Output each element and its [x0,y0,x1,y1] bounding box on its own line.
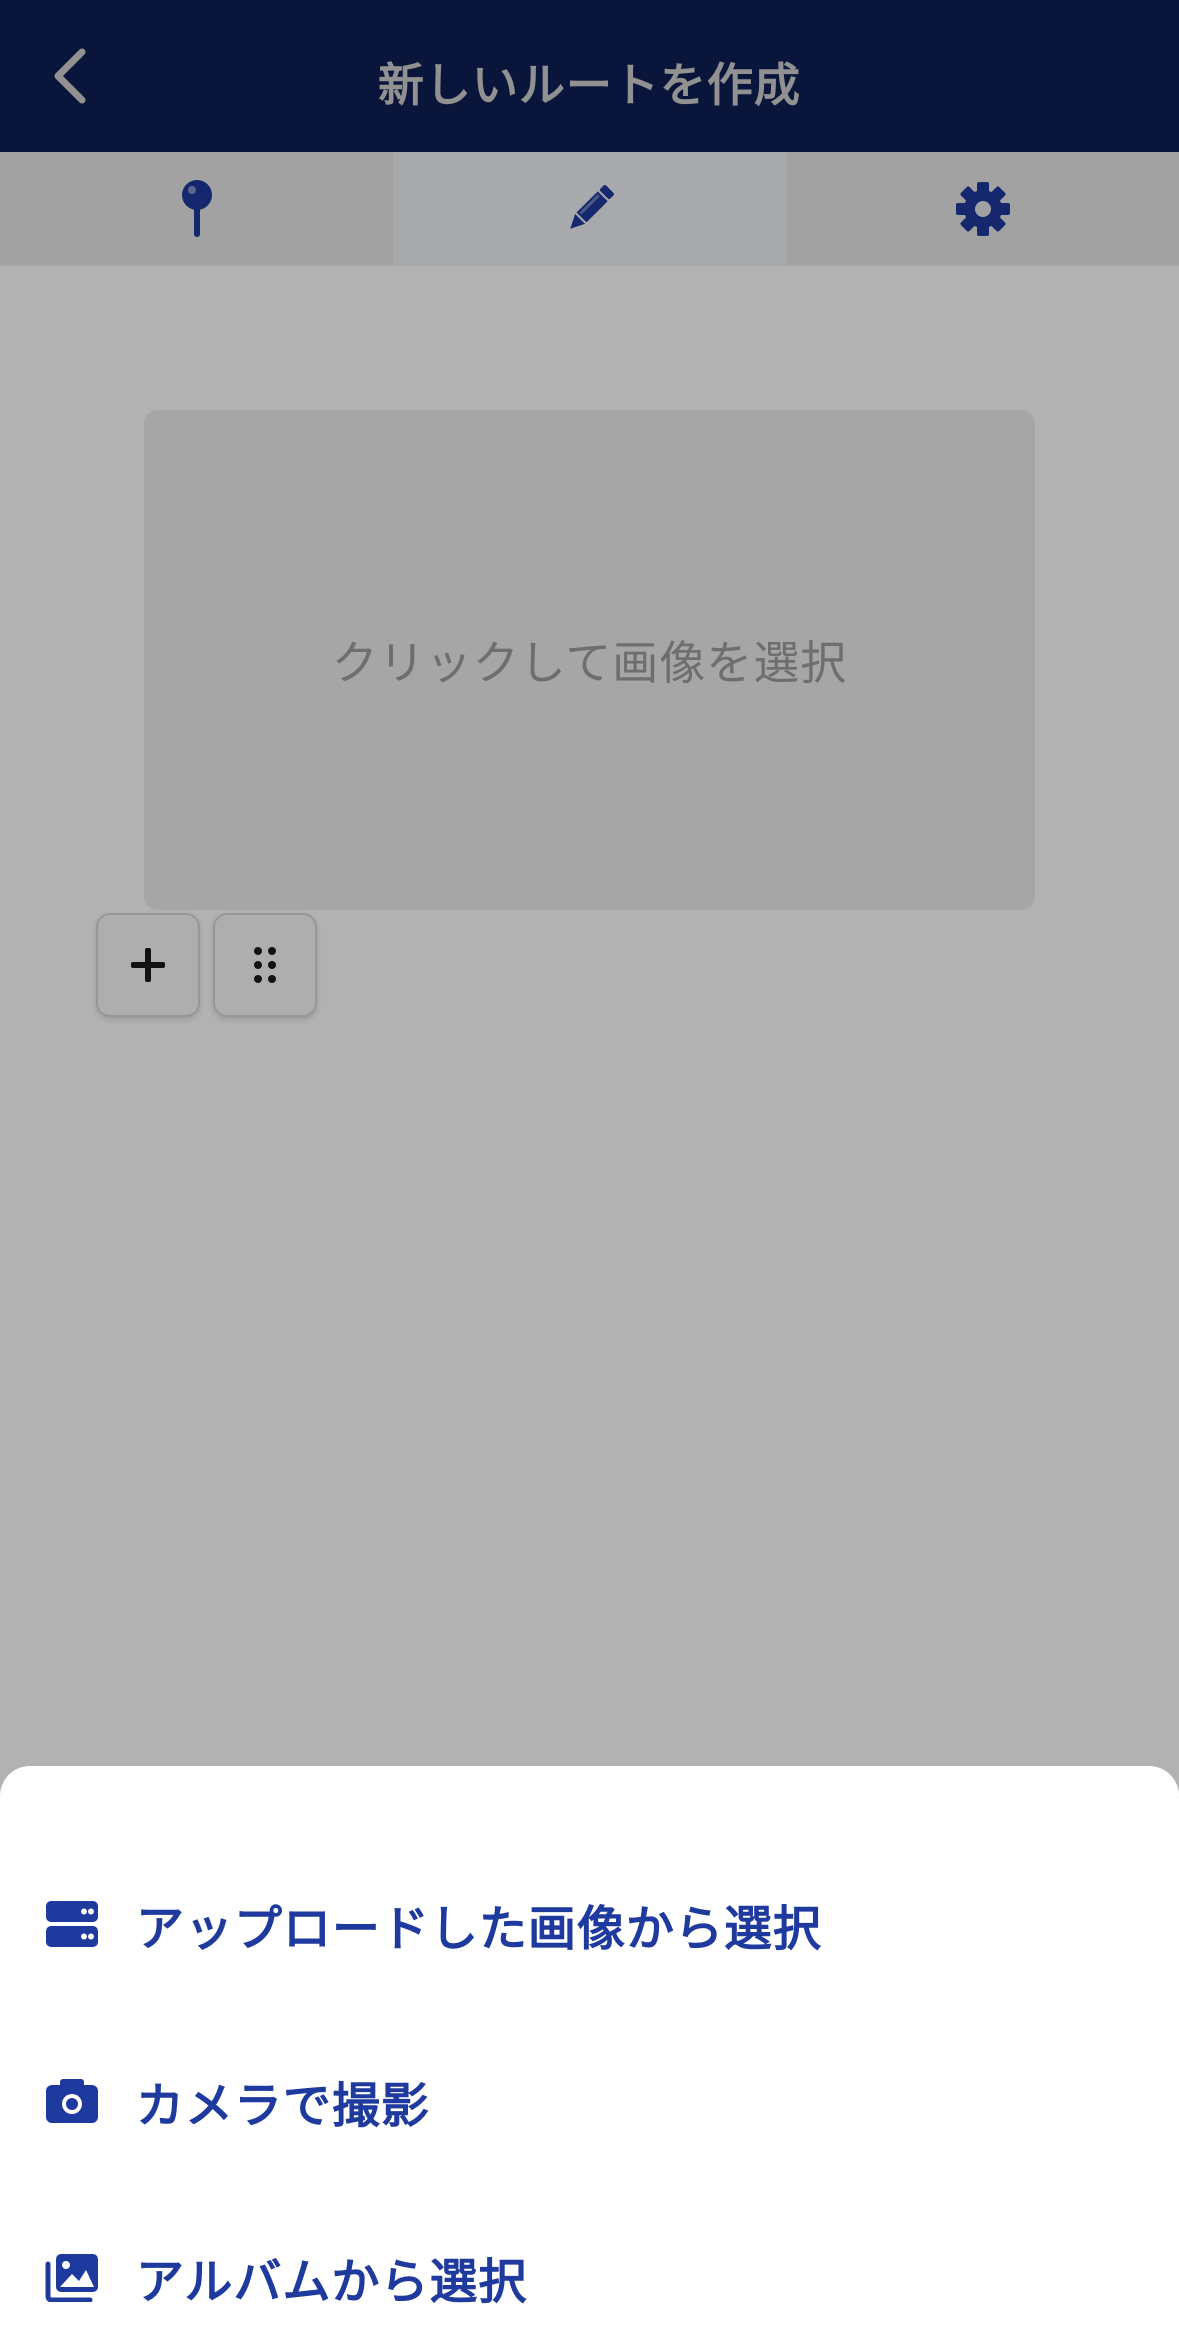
images-icon [42,2247,102,2307]
sheet-item-label: アップロードした画像から選択 [136,1901,823,1957]
sheet-item-uploaded-images[interactable]: アップロードした画像から選択 [0,1854,1179,1994]
sheet-item-label: アルバムから選択 [136,2254,528,2310]
server-icon [42,1894,102,1954]
sheet-item-label: カメラで撮影 [136,2078,431,2134]
camera-icon [42,2071,102,2131]
sheet-item-album[interactable]: アルバムから選択 [0,2207,1179,2347]
sheet-item-camera[interactable]: カメラで撮影 [0,2031,1179,2171]
image-source-sheet: アップロードした画像から選択 カメラで撮影 アルバムから選択 [0,1766,1179,2310]
